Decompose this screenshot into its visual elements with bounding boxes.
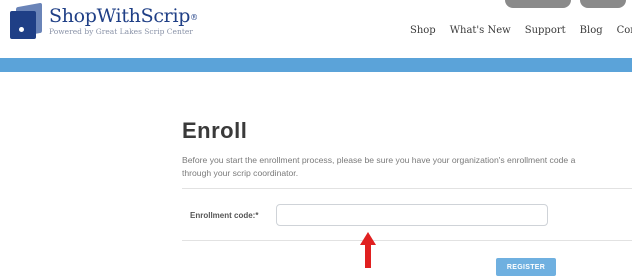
divider bbox=[182, 188, 632, 189]
logo-name: ShopWithScrip® bbox=[49, 5, 198, 27]
enrollment-code-input[interactable] bbox=[276, 204, 548, 226]
nav-item-support[interactable]: Support bbox=[525, 25, 566, 36]
instructions-line: Before you start the enrollment process,… bbox=[182, 155, 576, 165]
page-title: Enroll bbox=[182, 118, 248, 143]
instructions-line: through your scrip coordinator. bbox=[182, 168, 299, 178]
nav-item-blog[interactable]: Blog bbox=[580, 25, 603, 36]
shopwithscrip-logo[interactable]: ShopWithScrip® Powered by Great Lakes Sc… bbox=[10, 2, 200, 45]
site-header: ShopWithScrip® Powered by Great Lakes Sc… bbox=[0, 0, 632, 58]
nav-item-whats-new[interactable]: What's New bbox=[450, 25, 511, 36]
scrip-card-logo-icon bbox=[10, 2, 44, 39]
nav-item-shop[interactable]: Shop bbox=[410, 25, 436, 36]
header-accent-bar bbox=[0, 58, 632, 72]
register-button[interactable]: REGISTER bbox=[496, 258, 556, 276]
enroll-section: Enroll Before you start the enrollment p… bbox=[182, 118, 632, 241]
red-up-arrow-icon bbox=[360, 232, 376, 268]
logo-text: ShopWithScrip® Powered by Great Lakes Sc… bbox=[49, 5, 198, 37]
enroll-instructions: Before you start the enrollment process,… bbox=[182, 154, 632, 180]
top-utility-button[interactable] bbox=[505, 0, 571, 8]
main-nav: Shop What's New Support Blog Cont bbox=[410, 25, 632, 36]
divider bbox=[182, 240, 632, 241]
nav-item-contact[interactable]: Cont bbox=[617, 25, 632, 36]
enrollment-code-row: Enrollment code:* bbox=[182, 204, 632, 228]
top-utility-button[interactable] bbox=[580, 0, 626, 8]
enrollment-code-label: Enrollment code:* bbox=[190, 211, 259, 220]
logo-tagline: Powered by Great Lakes Scrip Center bbox=[49, 27, 193, 36]
